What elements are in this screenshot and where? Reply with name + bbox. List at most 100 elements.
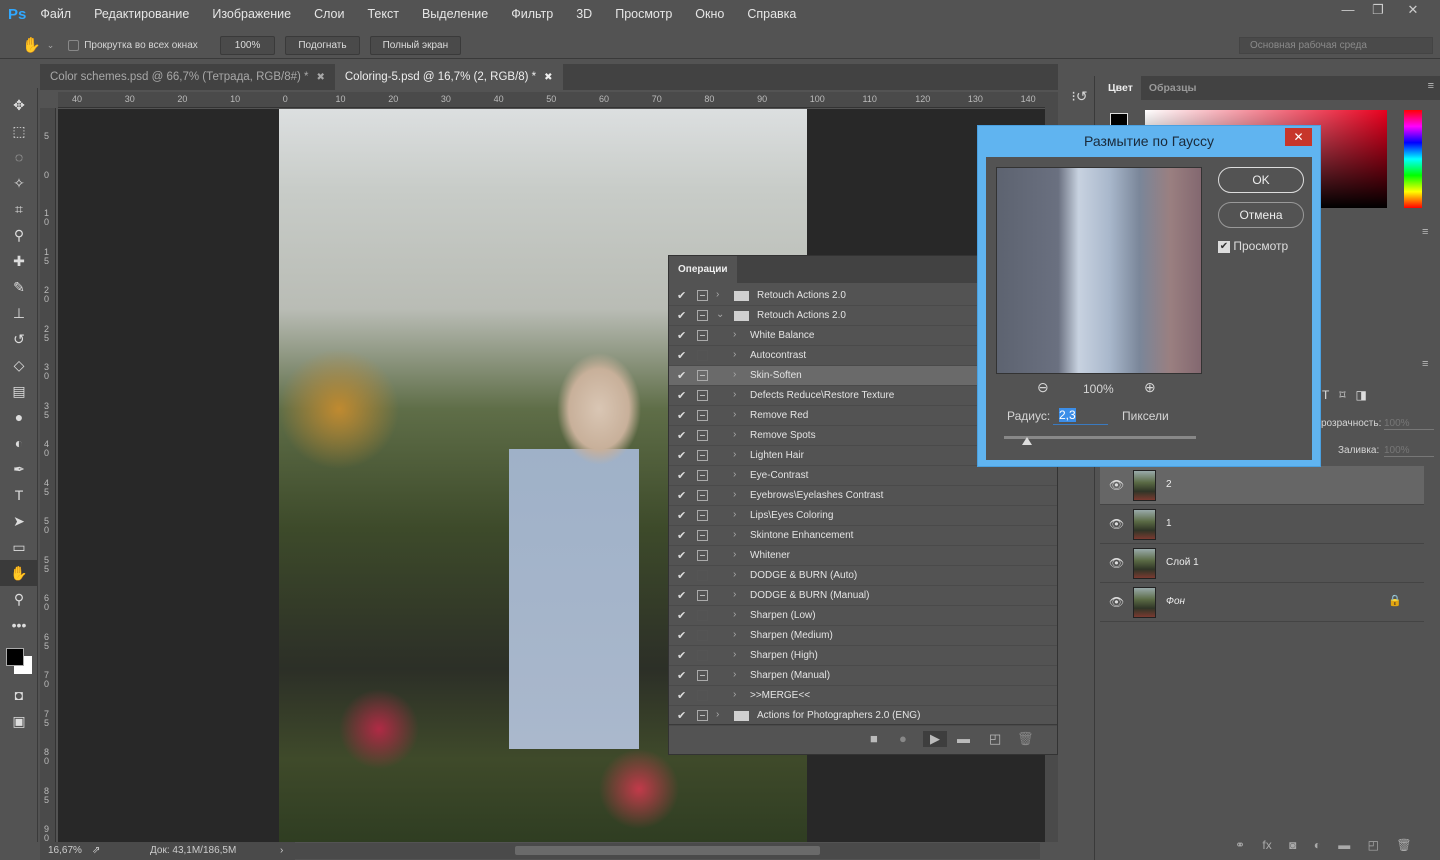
layer-row[interactable]: 👁 1 bbox=[1100, 505, 1424, 544]
hand-icon[interactable]: ✋ bbox=[22, 36, 41, 54]
zoom-in-icon[interactable]: ⊕ bbox=[1144, 379, 1156, 396]
smart-object-filter-icon[interactable]: ◨ bbox=[1356, 388, 1367, 402]
chevron-right-icon[interactable]: › bbox=[733, 429, 736, 440]
check-icon[interactable]: ✔ bbox=[677, 329, 686, 342]
check-icon[interactable]: ✔ bbox=[677, 509, 686, 522]
shape-filter-icon[interactable]: ⌑ bbox=[1339, 388, 1345, 402]
blur-tool-icon[interactable]: ● bbox=[0, 404, 38, 430]
radius-input[interactable]: 2,3 bbox=[1053, 407, 1108, 425]
menu-view[interactable]: Просмотр bbox=[615, 7, 672, 21]
dialog-toggle-icon[interactable] bbox=[697, 490, 708, 501]
chevron-right-icon[interactable]: › bbox=[733, 669, 736, 680]
stamp-tool-icon[interactable]: ⊥ bbox=[0, 300, 38, 326]
status-arrow-icon[interactable]: › bbox=[280, 842, 283, 860]
dialog-toggle-icon[interactable] bbox=[697, 370, 708, 381]
history-brush-icon[interactable]: ↺ bbox=[0, 326, 38, 352]
panel-menu-icon[interactable]: ≡ bbox=[1422, 226, 1428, 238]
check-icon[interactable]: ✔ bbox=[677, 629, 686, 642]
chevron-right-icon[interactable]: › bbox=[733, 649, 736, 660]
eraser-icon[interactable]: ◇ bbox=[0, 352, 38, 378]
zoom-level[interactable]: 16,67% bbox=[48, 842, 82, 860]
trash-icon[interactable]: 🗑 bbox=[1017, 731, 1034, 747]
screen-mode-icon[interactable]: ▣ bbox=[0, 708, 38, 734]
link-icon[interactable]: ⚭ bbox=[1235, 838, 1245, 852]
magic-wand-icon[interactable]: ✧ bbox=[0, 170, 38, 196]
dialog-toggle-icon[interactable] bbox=[697, 710, 708, 721]
slider-handle[interactable] bbox=[1022, 437, 1032, 445]
brush-tool-icon[interactable]: ✎ bbox=[0, 274, 38, 300]
dialog-toggle-icon[interactable] bbox=[697, 630, 708, 641]
chevron-right-icon[interactable]: › bbox=[733, 589, 736, 600]
close-icon[interactable]: ✖ bbox=[316, 72, 324, 83]
layer-row[interactable]: 👁 Слой 1 bbox=[1100, 544, 1424, 583]
chevron-right-icon[interactable]: › bbox=[733, 389, 736, 400]
dialog-toggle-icon[interactable] bbox=[697, 410, 708, 421]
dialog-toggle-icon[interactable] bbox=[697, 510, 708, 521]
restore-button[interactable]: ❐ bbox=[1363, 0, 1393, 22]
group-icon[interactable]: ▬ bbox=[1338, 838, 1350, 852]
eyedropper-icon[interactable]: ⚲ bbox=[0, 222, 38, 248]
history-icon[interactable]: ⁝↺ bbox=[1065, 88, 1094, 105]
dialog-toggle-icon[interactable] bbox=[697, 450, 708, 461]
menu-3d[interactable]: 3D bbox=[576, 7, 592, 21]
chevron-right-icon[interactable]: › bbox=[733, 609, 736, 620]
chevron-down-icon[interactable]: ⌄ bbox=[47, 40, 55, 51]
panel-menu-icon[interactable]: ≡ bbox=[1422, 76, 1440, 100]
action-row[interactable]: ✔ › Sharpen (Low) bbox=[669, 606, 1057, 626]
check-icon[interactable]: ✔ bbox=[677, 529, 686, 542]
hand-tool-icon[interactable]: ✋ bbox=[0, 560, 38, 586]
healing-brush-icon[interactable]: ✚ bbox=[0, 248, 38, 274]
mask-icon[interactable]: ◙ bbox=[1289, 838, 1296, 852]
zoom-100-button[interactable]: 100% bbox=[219, 35, 276, 55]
adjustment-icon[interactable]: ◐ bbox=[1314, 838, 1321, 852]
check-icon[interactable]: ✔ bbox=[677, 469, 686, 482]
chevron-right-icon[interactable]: › bbox=[716, 289, 719, 300]
close-icon[interactable]: ✖ bbox=[544, 72, 552, 83]
menu-edit[interactable]: Редактирование bbox=[94, 7, 189, 21]
record-icon[interactable]: ● bbox=[899, 731, 907, 746]
fit-button[interactable]: Подогнать bbox=[285, 35, 360, 55]
chevron-right-icon[interactable]: › bbox=[733, 629, 736, 640]
dialog-toggle-icon[interactable] bbox=[697, 610, 708, 621]
action-row[interactable]: ✔ › Skintone Enhancement bbox=[669, 526, 1057, 546]
chevron-right-icon[interactable]: › bbox=[733, 529, 736, 540]
tab-coloring-5[interactable]: Coloring-5.psd @ 16,7% (2, RGB/8) * ✖ bbox=[334, 64, 563, 90]
color-swatches[interactable] bbox=[0, 638, 37, 682]
lasso-tool-icon[interactable]: ◌ bbox=[0, 144, 38, 170]
new-action-icon[interactable]: ◰ bbox=[989, 731, 1001, 747]
check-icon[interactable]: ✔ bbox=[677, 409, 686, 422]
more-tools-icon[interactable]: ••• bbox=[0, 612, 38, 638]
menu-layers[interactable]: Слои bbox=[314, 7, 344, 21]
blur-preview[interactable] bbox=[996, 167, 1202, 374]
shape-tool-icon[interactable]: ▭ bbox=[0, 534, 38, 560]
menu-image[interactable]: Изображение bbox=[212, 7, 291, 21]
minimize-button[interactable]: — bbox=[1333, 0, 1363, 22]
close-window-button[interactable]: ✕ bbox=[1398, 0, 1428, 22]
action-row[interactable]: ✔ › Sharpen (Manual) bbox=[669, 666, 1057, 686]
check-icon[interactable]: ✔ bbox=[677, 449, 686, 462]
chevron-right-icon[interactable]: › bbox=[733, 409, 736, 420]
menu-filter[interactable]: Фильтр bbox=[511, 7, 553, 21]
dialog-toggle-icon[interactable] bbox=[697, 310, 708, 321]
dialog-toggle-icon[interactable] bbox=[697, 650, 708, 661]
chevron-right-icon[interactable]: › bbox=[733, 509, 736, 520]
stop-icon[interactable]: ■ bbox=[870, 731, 878, 746]
menu-window[interactable]: Окно bbox=[695, 7, 724, 21]
zoom-out-icon[interactable]: ⊖ bbox=[1037, 379, 1049, 396]
menu-type[interactable]: Текст bbox=[367, 7, 398, 21]
chevron-right-icon[interactable]: › bbox=[733, 349, 736, 360]
preview-checkbox[interactable]: ✔ bbox=[1218, 240, 1230, 253]
dialog-toggle-icon[interactable] bbox=[697, 390, 708, 401]
scroll-thumb[interactable] bbox=[515, 846, 820, 855]
chevron-right-icon[interactable]: › bbox=[733, 569, 736, 580]
eye-icon[interactable]: 👁 bbox=[1109, 556, 1124, 570]
check-icon[interactable]: ✔ bbox=[677, 349, 686, 362]
dodge-tool-icon[interactable]: ◐ bbox=[0, 430, 38, 456]
dialog-toggle-icon[interactable] bbox=[697, 430, 708, 441]
check-icon[interactable]: ✔ bbox=[677, 589, 686, 602]
move-tool-icon[interactable]: ✥ bbox=[0, 92, 38, 118]
menu-file[interactable]: Файл bbox=[40, 7, 71, 21]
check-icon[interactable]: ✔ bbox=[677, 389, 686, 402]
action-row[interactable]: ✔ › Sharpen (High) bbox=[669, 646, 1057, 666]
dialog-toggle-icon[interactable] bbox=[697, 550, 708, 561]
